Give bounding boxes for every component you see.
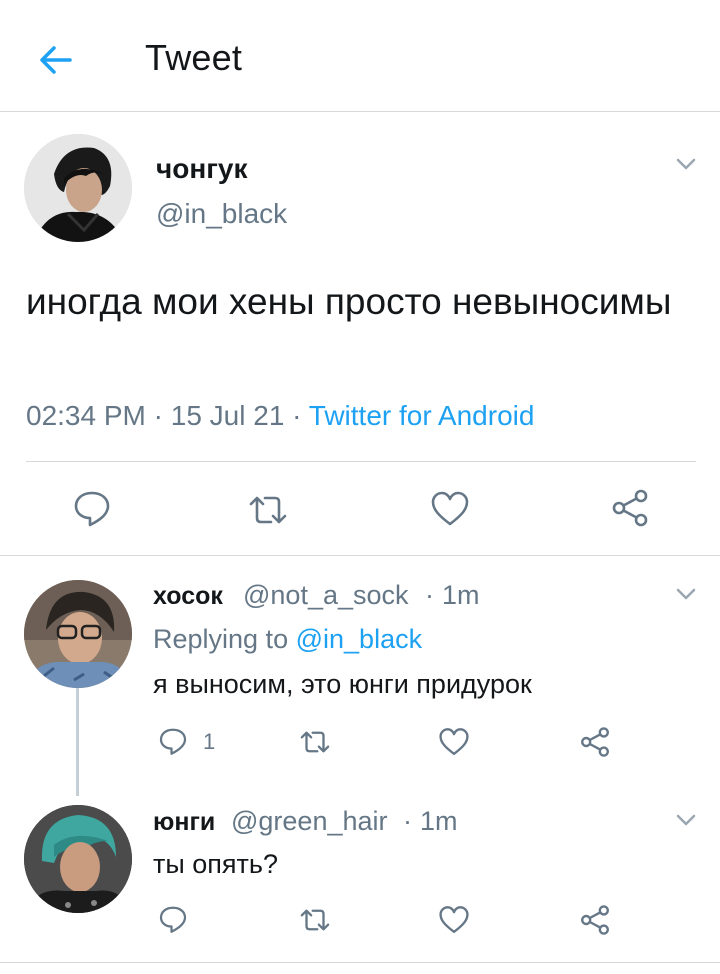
reply-text: я выносим, это юнги придурок [153,669,532,699]
chevron-down-icon [676,814,696,826]
tweet-text: иногда мои хены просто невыносимы [26,281,672,322]
like-button[interactable] [430,490,470,528]
replying-to-handle-link[interactable]: @in_black [296,624,422,654]
page-title: Tweet [145,37,243,78]
reply-handle[interactable]: @green_hair [231,805,388,837]
thread-connector [76,688,79,796]
reply-options-button[interactable] [672,806,700,834]
heart-icon [439,728,469,756]
reply-button[interactable] [158,904,188,934]
retweet-button[interactable] [246,492,290,528]
chevron-down-icon [676,158,696,170]
retweet-button[interactable] [298,728,332,756]
replying-to-line: Replying to @in_black [153,622,422,656]
tweet-source-link[interactable]: Twitter for Android [309,400,535,431]
like-button[interactable] [438,905,470,935]
share-icon [581,727,609,757]
share-icon [612,489,648,527]
reply-icon [159,906,187,933]
reply-display-name[interactable]: юнги [153,806,215,838]
share-button[interactable] [579,904,611,936]
divider [0,555,720,556]
reply-display-name[interactable]: хосок [153,580,223,612]
avatar-main-author[interactable] [24,134,132,242]
tweet-options-button[interactable] [672,150,700,178]
reply-age: 1m [442,580,480,610]
reply-icon [159,728,187,755]
replying-to-prefix: Replying to [153,624,289,654]
share-button[interactable] [610,488,650,528]
avatar-reply-author[interactable] [24,580,132,688]
divider [0,962,720,963]
author-handle[interactable]: @in_black [156,197,287,231]
arrow-left-icon [40,46,72,74]
share-button[interactable] [579,726,611,758]
reply-age: 1m [420,806,458,836]
retweet-icon [300,731,330,753]
avatar-reply-author[interactable] [24,805,132,913]
reply-separator: · [425,580,434,610]
reply-separator: · [403,806,412,836]
heart-icon [439,906,469,934]
reply-count: 1 [203,729,216,754]
share-icon [581,905,609,935]
meta-separator: · [292,400,302,431]
reply-text: ты опять? [153,849,278,879]
reply-icon [74,491,110,527]
app-header: Tweet [0,0,720,112]
reply-options-button[interactable] [672,580,700,608]
heart-icon [431,491,469,526]
tweet-meta: 02:34 PM · 15 Jul 21 · Twitter for Andro… [26,398,534,434]
reply-button[interactable] [72,488,112,528]
tweet-date: 15 Jul 21 [170,400,285,431]
retweet-button[interactable] [298,906,332,934]
tweet-time: 02:34 PM [26,400,146,431]
reply-button[interactable] [158,726,188,756]
like-button[interactable] [438,727,470,757]
divider [26,461,696,462]
meta-separator: · [153,400,163,431]
reply-handle[interactable]: @not_a_sock [243,579,409,611]
chevron-down-icon [676,588,696,600]
retweet-icon [300,909,330,931]
retweet-icon [249,496,287,524]
back-button[interactable] [30,34,82,82]
author-display-name[interactable]: чонгук [156,152,248,186]
